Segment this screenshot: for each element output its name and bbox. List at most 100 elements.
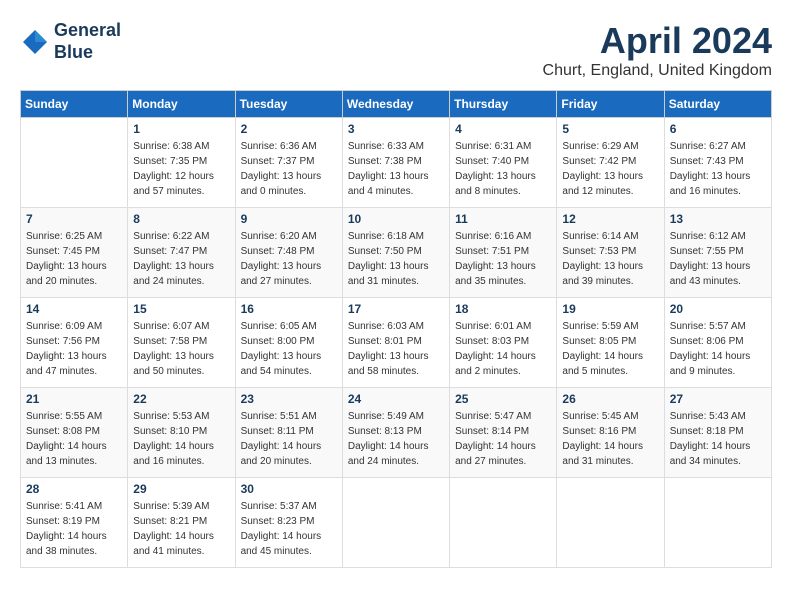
calendar-cell: 19 Sunrise: 5:59 AM Sunset: 8:05 PM Dayl…: [557, 298, 664, 388]
sunset-text: Sunset: 7:38 PM: [348, 156, 422, 167]
cell-info: Sunrise: 5:47 AM Sunset: 8:14 PM Dayligh…: [455, 409, 551, 469]
calendar-cell: 8 Sunrise: 6:22 AM Sunset: 7:47 PM Dayli…: [128, 208, 235, 298]
sunset-text: Sunset: 8:18 PM: [670, 426, 744, 437]
sunrise-text: Sunrise: 5:55 AM: [26, 411, 102, 422]
day-number: 8: [133, 212, 229, 226]
month-title: April 2024: [543, 20, 772, 62]
day-header: Tuesday: [235, 91, 342, 118]
calendar-cell: [664, 478, 771, 568]
sunrise-text: Sunrise: 6:27 AM: [670, 141, 746, 152]
daylight-text: Daylight: 13 hours and 54 minutes.: [241, 351, 322, 377]
day-number: 25: [455, 392, 551, 406]
calendar-cell: 4 Sunrise: 6:31 AM Sunset: 7:40 PM Dayli…: [450, 118, 557, 208]
sunset-text: Sunset: 7:35 PM: [133, 156, 207, 167]
daylight-text: Daylight: 13 hours and 31 minutes.: [348, 261, 429, 287]
sunset-text: Sunset: 8:10 PM: [133, 426, 207, 437]
calendar-week-row: 14 Sunrise: 6:09 AM Sunset: 7:56 PM Dayl…: [21, 298, 772, 388]
calendar-cell: [342, 478, 449, 568]
calendar-cell: 14 Sunrise: 6:09 AM Sunset: 7:56 PM Dayl…: [21, 298, 128, 388]
sunrise-text: Sunrise: 5:59 AM: [562, 321, 638, 332]
sunrise-text: Sunrise: 5:51 AM: [241, 411, 317, 422]
daylight-text: Daylight: 13 hours and 4 minutes.: [348, 171, 429, 197]
day-number: 15: [133, 302, 229, 316]
day-number: 28: [26, 482, 122, 496]
calendar-cell: 17 Sunrise: 6:03 AM Sunset: 8:01 PM Dayl…: [342, 298, 449, 388]
cell-info: Sunrise: 5:59 AM Sunset: 8:05 PM Dayligh…: [562, 319, 658, 379]
sunrise-text: Sunrise: 5:47 AM: [455, 411, 531, 422]
day-number: 19: [562, 302, 658, 316]
calendar-cell: 18 Sunrise: 6:01 AM Sunset: 8:03 PM Dayl…: [450, 298, 557, 388]
cell-info: Sunrise: 6:33 AM Sunset: 7:38 PM Dayligh…: [348, 139, 444, 199]
sunset-text: Sunset: 8:16 PM: [562, 426, 636, 437]
cell-info: Sunrise: 6:05 AM Sunset: 8:00 PM Dayligh…: [241, 319, 337, 379]
sunset-text: Sunset: 8:13 PM: [348, 426, 422, 437]
cell-info: Sunrise: 6:25 AM Sunset: 7:45 PM Dayligh…: [26, 229, 122, 289]
cell-info: Sunrise: 5:57 AM Sunset: 8:06 PM Dayligh…: [670, 319, 766, 379]
calendar-week-row: 28 Sunrise: 5:41 AM Sunset: 8:19 PM Dayl…: [21, 478, 772, 568]
calendar-cell: 25 Sunrise: 5:47 AM Sunset: 8:14 PM Dayl…: [450, 388, 557, 478]
calendar-cell: 7 Sunrise: 6:25 AM Sunset: 7:45 PM Dayli…: [21, 208, 128, 298]
day-number: 11: [455, 212, 551, 226]
daylight-text: Daylight: 14 hours and 31 minutes.: [562, 441, 643, 467]
daylight-text: Daylight: 13 hours and 16 minutes.: [670, 171, 751, 197]
calendar-cell: 21 Sunrise: 5:55 AM Sunset: 8:08 PM Dayl…: [21, 388, 128, 478]
day-number: 9: [241, 212, 337, 226]
sunrise-text: Sunrise: 6:25 AM: [26, 231, 102, 242]
sunrise-text: Sunrise: 5:37 AM: [241, 501, 317, 512]
calendar-week-row: 1 Sunrise: 6:38 AM Sunset: 7:35 PM Dayli…: [21, 118, 772, 208]
day-header: Sunday: [21, 91, 128, 118]
calendar-cell: 16 Sunrise: 6:05 AM Sunset: 8:00 PM Dayl…: [235, 298, 342, 388]
logo-icon: [20, 27, 50, 57]
sunrise-text: Sunrise: 6:33 AM: [348, 141, 424, 152]
cell-info: Sunrise: 6:16 AM Sunset: 7:51 PM Dayligh…: [455, 229, 551, 289]
cell-info: Sunrise: 6:07 AM Sunset: 7:58 PM Dayligh…: [133, 319, 229, 379]
sunrise-text: Sunrise: 6:01 AM: [455, 321, 531, 332]
sunset-text: Sunset: 7:48 PM: [241, 246, 315, 257]
sunset-text: Sunset: 7:43 PM: [670, 156, 744, 167]
sunset-text: Sunset: 7:47 PM: [133, 246, 207, 257]
day-number: 22: [133, 392, 229, 406]
daylight-text: Daylight: 13 hours and 39 minutes.: [562, 261, 643, 287]
daylight-text: Daylight: 14 hours and 16 minutes.: [133, 441, 214, 467]
sunrise-text: Sunrise: 5:43 AM: [670, 411, 746, 422]
sunrise-text: Sunrise: 6:29 AM: [562, 141, 638, 152]
daylight-text: Daylight: 13 hours and 27 minutes.: [241, 261, 322, 287]
sunset-text: Sunset: 7:45 PM: [26, 246, 100, 257]
daylight-text: Daylight: 13 hours and 20 minutes.: [26, 261, 107, 287]
day-number: 5: [562, 122, 658, 136]
calendar-week-row: 7 Sunrise: 6:25 AM Sunset: 7:45 PM Dayli…: [21, 208, 772, 298]
cell-info: Sunrise: 5:53 AM Sunset: 8:10 PM Dayligh…: [133, 409, 229, 469]
daylight-text: Daylight: 14 hours and 20 minutes.: [241, 441, 322, 467]
cell-info: Sunrise: 6:29 AM Sunset: 7:42 PM Dayligh…: [562, 139, 658, 199]
sunset-text: Sunset: 8:06 PM: [670, 336, 744, 347]
cell-info: Sunrise: 6:14 AM Sunset: 7:53 PM Dayligh…: [562, 229, 658, 289]
daylight-text: Daylight: 13 hours and 50 minutes.: [133, 351, 214, 377]
calendar-cell: 1 Sunrise: 6:38 AM Sunset: 7:35 PM Dayli…: [128, 118, 235, 208]
cell-info: Sunrise: 6:18 AM Sunset: 7:50 PM Dayligh…: [348, 229, 444, 289]
daylight-text: Daylight: 13 hours and 24 minutes.: [133, 261, 214, 287]
sunset-text: Sunset: 7:42 PM: [562, 156, 636, 167]
cell-info: Sunrise: 6:31 AM Sunset: 7:40 PM Dayligh…: [455, 139, 551, 199]
sunset-text: Sunset: 7:58 PM: [133, 336, 207, 347]
cell-info: Sunrise: 5:41 AM Sunset: 8:19 PM Dayligh…: [26, 499, 122, 559]
calendar-cell: 30 Sunrise: 5:37 AM Sunset: 8:23 PM Dayl…: [235, 478, 342, 568]
cell-info: Sunrise: 6:12 AM Sunset: 7:55 PM Dayligh…: [670, 229, 766, 289]
sunrise-text: Sunrise: 6:12 AM: [670, 231, 746, 242]
calendar-cell: 28 Sunrise: 5:41 AM Sunset: 8:19 PM Dayl…: [21, 478, 128, 568]
cell-info: Sunrise: 6:09 AM Sunset: 7:56 PM Dayligh…: [26, 319, 122, 379]
daylight-text: Daylight: 14 hours and 24 minutes.: [348, 441, 429, 467]
calendar-cell: 22 Sunrise: 5:53 AM Sunset: 8:10 PM Dayl…: [128, 388, 235, 478]
cell-info: Sunrise: 6:36 AM Sunset: 7:37 PM Dayligh…: [241, 139, 337, 199]
day-number: 30: [241, 482, 337, 496]
cell-info: Sunrise: 6:01 AM Sunset: 8:03 PM Dayligh…: [455, 319, 551, 379]
header: General Blue April 2024 Churt, England, …: [20, 20, 772, 80]
sunset-text: Sunset: 8:05 PM: [562, 336, 636, 347]
day-number: 29: [133, 482, 229, 496]
logo: General Blue: [20, 20, 121, 63]
day-number: 12: [562, 212, 658, 226]
calendar-cell: 15 Sunrise: 6:07 AM Sunset: 7:58 PM Dayl…: [128, 298, 235, 388]
sunset-text: Sunset: 7:37 PM: [241, 156, 315, 167]
sunrise-text: Sunrise: 6:31 AM: [455, 141, 531, 152]
calendar-cell: 24 Sunrise: 5:49 AM Sunset: 8:13 PM Dayl…: [342, 388, 449, 478]
day-number: 21: [26, 392, 122, 406]
